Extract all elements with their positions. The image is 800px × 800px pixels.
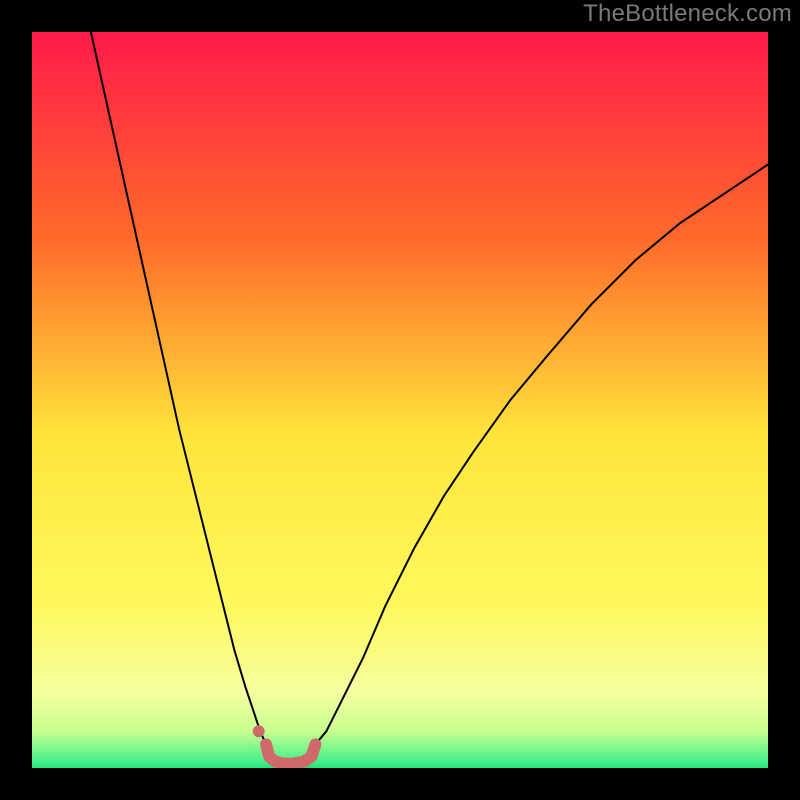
watermark-text: TheBottleneck.com [583,0,792,28]
point-pink-dot [253,725,265,737]
chart-frame: TheBottleneck.com [0,0,800,800]
points-layer [253,725,265,737]
chart-svg [32,32,768,768]
plot-area [32,32,768,768]
gradient-background [32,32,768,768]
